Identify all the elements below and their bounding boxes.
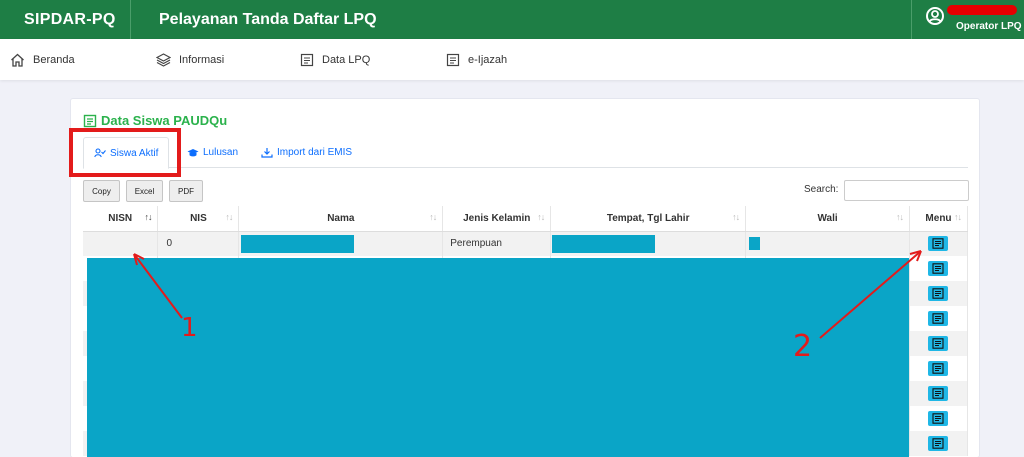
- user-role: Operator LPQ: [956, 21, 1022, 32]
- document-icon: [932, 263, 945, 274]
- sort-icon: ↑↓: [954, 212, 962, 222]
- nav-label: Beranda: [33, 53, 75, 66]
- sort-asc-icon: ↑↓: [144, 212, 152, 222]
- column-header-menu[interactable]: Menu ↑↓: [909, 206, 969, 232]
- document-icon: [300, 53, 314, 66]
- home-icon: [11, 53, 24, 67]
- cell-menu: [909, 231, 969, 256]
- search-label: Search:: [804, 184, 839, 195]
- column-header-tempat-tgl-lahir[interactable]: Tempat, Tgl Lahir ↑↓: [550, 206, 747, 232]
- cell-nama: [238, 231, 444, 256]
- document-icon: [83, 114, 97, 127]
- row-menu-button[interactable]: [928, 386, 949, 401]
- row-menu-button[interactable]: [928, 311, 949, 326]
- sort-icon: ↑↓: [429, 212, 437, 222]
- tab-label: Lulusan: [203, 147, 239, 158]
- column-header-nisn[interactable]: NISN ↑↓: [83, 206, 159, 232]
- copy-button[interactable]: Copy: [83, 180, 120, 202]
- nav-label: Informasi: [179, 53, 225, 66]
- redacted-table-body: [87, 258, 909, 457]
- row-menu-button[interactable]: [928, 436, 949, 451]
- nav-label: Data LPQ: [322, 53, 371, 66]
- column-header-nama[interactable]: Nama ↑↓: [238, 206, 444, 232]
- document-icon: [446, 53, 460, 66]
- nav-label: e-Ijazah: [468, 53, 508, 66]
- sort-icon: ↑↓: [537, 212, 545, 222]
- row-menu-button[interactable]: [928, 236, 949, 252]
- search-input[interactable]: [844, 180, 969, 201]
- row-menu-button[interactable]: [928, 336, 949, 351]
- nav-item-data-lpq[interactable]: Data LPQ: [300, 39, 370, 80]
- column-header-wali[interactable]: Wali ↑↓: [745, 206, 910, 232]
- cell-wali: [745, 231, 910, 256]
- row-menu-button[interactable]: [928, 261, 949, 276]
- row-menu-button[interactable]: [928, 286, 949, 301]
- row-menu-button[interactable]: [928, 361, 949, 376]
- row-menu-button[interactable]: [928, 411, 949, 426]
- tab-bar: Siswa Aktif Lulusan Import dari EMIS: [83, 137, 968, 169]
- document-icon: [932, 438, 945, 449]
- annotation-highlight-box: [69, 128, 181, 177]
- excel-button[interactable]: Excel: [126, 180, 163, 202]
- tab-import-emis[interactable]: Import dari EMIS: [261, 137, 352, 168]
- sort-icon: ↑↓: [895, 212, 904, 222]
- document-icon: [932, 388, 945, 399]
- cell-nis: 0: [157, 231, 240, 256]
- download-icon: [261, 148, 273, 158]
- pdf-button[interactable]: PDF: [169, 180, 203, 202]
- cell-tempat-tgl-lahir: [550, 231, 747, 256]
- redacted-wali: [749, 237, 761, 251]
- tab-label: Import dari EMIS: [277, 147, 353, 158]
- sort-icon: ↑↓: [732, 212, 740, 222]
- card-title-text: Data Siswa PAUDQu: [101, 113, 228, 128]
- redacted-birth: [552, 234, 656, 253]
- redacted-name: [241, 234, 355, 253]
- graduation-cap-icon: [187, 148, 199, 156]
- cell-nisn: [83, 231, 159, 256]
- nav-item-e-ijazah[interactable]: e-Ijazah: [446, 39, 507, 80]
- column-header-jenis-kelamin[interactable]: Jenis Kelamin ↑↓: [442, 206, 552, 232]
- card-title: Data Siswa PAUDQu: [83, 113, 227, 128]
- table-header-row: NISN ↑↓ NIS ↑↓ Nama ↑↓ Jenis Kelamin ↑↓ Temp…: [83, 206, 969, 232]
- document-icon: [932, 413, 945, 424]
- sort-icon: ↑↓: [225, 212, 233, 222]
- app-title: Pelayanan Tanda Daftar LPQ: [159, 11, 377, 28]
- document-icon: [932, 363, 945, 374]
- main-nav: Beranda Informasi Data LPQ e-Ijazah: [0, 39, 1024, 80]
- column-header-nis[interactable]: NIS ↑↓: [157, 206, 240, 232]
- document-icon: [932, 238, 945, 249]
- redacted-username: [947, 5, 1017, 15]
- document-icon: [932, 288, 945, 299]
- top-header: SIPDAR-PQ Pelayanan Tanda Daftar LPQ Ope…: [0, 0, 1024, 39]
- cell-jenis-kelamin: Perempuan: [442, 231, 552, 256]
- document-icon: [932, 313, 945, 324]
- user-circle-icon[interactable]: [925, 6, 945, 26]
- document-icon: [932, 338, 945, 349]
- layers-icon: [156, 52, 171, 67]
- brand-logo[interactable]: SIPDAR-PQ: [0, 0, 131, 39]
- nav-item-beranda[interactable]: Beranda: [10, 39, 75, 80]
- table-row: 0 Perempuan: [83, 231, 969, 256]
- nav-item-informasi[interactable]: Informasi: [156, 39, 224, 80]
- tab-lulusan[interactable]: Lulusan: [187, 137, 238, 168]
